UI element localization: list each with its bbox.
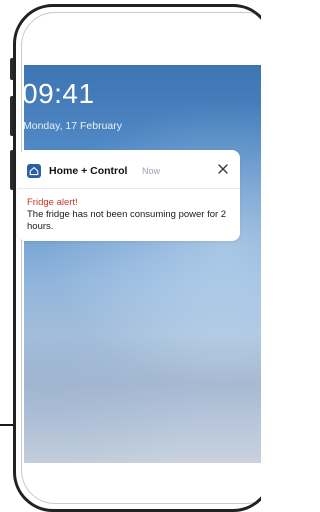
home-icon — [27, 164, 41, 178]
notification-card[interactable]: Home + Control Now Fridge alert! The fri… — [18, 150, 240, 241]
close-icon[interactable] — [216, 162, 230, 176]
notification-time: Now — [142, 166, 161, 176]
lock-screen-date: Monday, 17 February — [23, 120, 123, 132]
lock-screen-time: 09:41 — [22, 78, 95, 109]
notification-title: Fridge alert! — [27, 197, 78, 208]
notification-body: The fridge has not been consuming power … — [27, 209, 227, 232]
notification-header: Home + Control Now — [18, 150, 240, 189]
canvas: 09:41 Monday, 17 February Home + Control… — [0, 0, 261, 512]
notification-app-name: Home + Control — [49, 165, 128, 177]
